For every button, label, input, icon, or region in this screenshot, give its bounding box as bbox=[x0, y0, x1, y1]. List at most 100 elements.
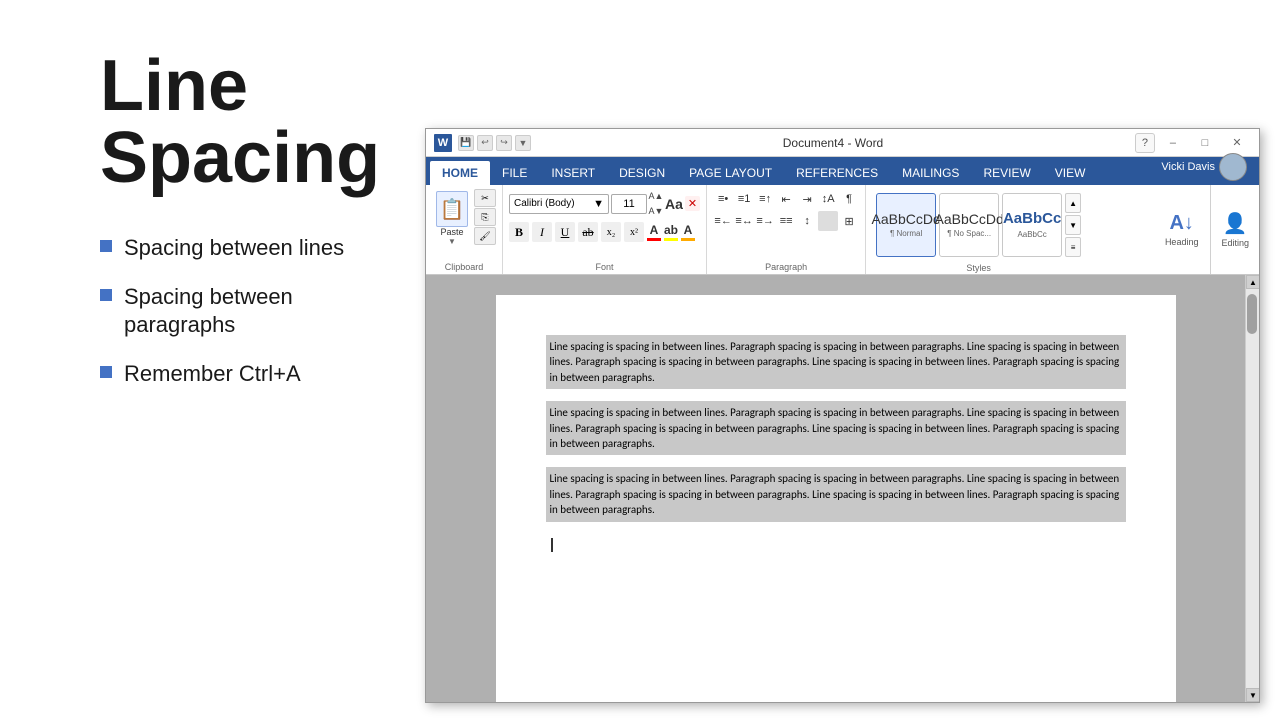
styles-scroll-down[interactable]: ▼ bbox=[1065, 215, 1081, 235]
text-cursor bbox=[551, 538, 553, 552]
align-center-button[interactable]: ≡↔ bbox=[734, 211, 754, 231]
bullets-button[interactable]: ≡• bbox=[713, 189, 733, 209]
cut-button[interactable]: ✂ bbox=[474, 189, 496, 207]
scroll-down-button[interactable]: ▼ bbox=[1246, 688, 1259, 702]
underline-button[interactable]: U bbox=[555, 222, 575, 242]
tab-design[interactable]: DESIGN bbox=[607, 161, 677, 185]
align-right-button[interactable]: ≡→ bbox=[755, 211, 775, 231]
slide-panel: Line Spacing Spacing between lines Spaci… bbox=[0, 0, 420, 720]
tab-review[interactable]: REVIEW bbox=[971, 161, 1042, 185]
font-group: Calibri (Body) ▼ 11 A▲ A▼ Aa ✕ B I bbox=[503, 185, 707, 274]
highlight-color-button[interactable]: ab bbox=[664, 223, 678, 241]
style-normal[interactable]: AaBbCcDd ¶ Normal bbox=[876, 193, 936, 257]
justify-button[interactable]: ≡≡ bbox=[776, 211, 796, 231]
tab-mailings[interactable]: MAILINGS bbox=[890, 161, 971, 185]
text-paragraph-2: Line spacing is spacing in between lines… bbox=[546, 401, 1126, 455]
font-size-selector[interactable]: 11 bbox=[611, 194, 647, 214]
vertical-scrollbar[interactable]: ▲ ▼ bbox=[1245, 275, 1259, 702]
text-paragraph-cursor bbox=[546, 534, 1126, 557]
heading-badge[interactable]: A↓ Heading bbox=[1153, 185, 1211, 274]
ribbon-right-area: A↓ Heading 👤 Editing bbox=[1153, 185, 1259, 274]
bullet-item-1: Spacing between lines bbox=[100, 234, 390, 263]
paste-icon: 📋 bbox=[436, 191, 468, 227]
superscript-button[interactable]: x² bbox=[624, 222, 644, 242]
scroll-up-button[interactable]: ▲ bbox=[1246, 275, 1259, 289]
paragraph-row-2: ≡← ≡↔ ≡→ ≡≡ ↕ ⊞ bbox=[713, 211, 859, 231]
styles-container: AaBbCcDd ¶ Normal AaBbCcDd ¶ No Spac... … bbox=[872, 189, 1085, 261]
title-bar-title: Document4 - Word bbox=[783, 136, 883, 150]
font-group-content: Calibri (Body) ▼ 11 A▲ A▼ Aa ✕ B I bbox=[509, 189, 700, 260]
font-size-decrease[interactable]: A▼ bbox=[649, 204, 663, 218]
scroll-thumb[interactable] bbox=[1247, 294, 1257, 334]
subscript-button[interactable]: x₂ bbox=[601, 222, 621, 242]
help-button[interactable]: ? bbox=[1135, 133, 1155, 153]
copy-button[interactable]: ⎘ bbox=[474, 208, 496, 226]
styles-scroll-up[interactable]: ▲ bbox=[1065, 193, 1081, 213]
style-heading1[interactable]: AaBbCc AaBbCc bbox=[1002, 193, 1062, 257]
font-size-increase[interactable]: A▲ bbox=[649, 189, 663, 203]
font-name-selector[interactable]: Calibri (Body) ▼ bbox=[509, 194, 609, 214]
bullet-list: Spacing between lines Spacing between pa… bbox=[100, 234, 390, 388]
strikethrough-button[interactable]: ab bbox=[578, 222, 598, 242]
text-highlight-button[interactable]: A bbox=[681, 223, 695, 241]
show-marks-button[interactable]: ¶ bbox=[839, 189, 859, 209]
clipboard-small-buttons: ✂ ⎘ 🖌 bbox=[474, 189, 496, 245]
sort-button[interactable]: ↕A bbox=[818, 189, 838, 209]
font-color-button[interactable]: A bbox=[647, 223, 661, 241]
word-window: W 💾 ↩ ↪ ▼ Document4 - Word ? – □ ✕ HOME … bbox=[425, 128, 1260, 703]
scroll-track[interactable] bbox=[1246, 289, 1259, 688]
paragraph-group: ≡• ≡1 ≡↑ ⇤ ⇥ ↕A ¶ ≡← ≡↔ ≡→ ≡≡ ↕ ⊞ bbox=[707, 185, 866, 274]
undo-quick-btn[interactable]: ↩ bbox=[477, 135, 493, 151]
shading-button[interactable] bbox=[818, 211, 838, 231]
styles-more[interactable]: ≡ bbox=[1065, 237, 1081, 257]
text-paragraph-3: Line spacing is spacing in between lines… bbox=[546, 467, 1126, 521]
tab-home[interactable]: HOME bbox=[430, 161, 490, 185]
multilevel-list-button[interactable]: ≡↑ bbox=[755, 189, 775, 209]
font-top-row: Calibri (Body) ▼ 11 A▲ A▼ Aa ✕ bbox=[509, 189, 700, 218]
paragraph-label: Paragraph bbox=[713, 260, 859, 272]
increase-indent-button[interactable]: ⇥ bbox=[797, 189, 817, 209]
font-label: Font bbox=[509, 260, 700, 272]
font-case-button[interactable]: Aa bbox=[665, 196, 683, 212]
clear-format-button[interactable]: ✕ bbox=[685, 196, 700, 211]
italic-button[interactable]: I bbox=[532, 222, 552, 242]
tab-view[interactable]: VIEW bbox=[1043, 161, 1098, 185]
numbering-button[interactable]: ≡1 bbox=[734, 189, 754, 209]
tab-file[interactable]: FILE bbox=[490, 161, 539, 185]
styles-group: AaBbCcDd ¶ Normal AaBbCcDd ¶ No Spac... … bbox=[866, 185, 1091, 274]
bold-button[interactable]: B bbox=[509, 222, 529, 242]
quick-access-toolbar: 💾 ↩ ↪ ▼ bbox=[458, 135, 531, 151]
tab-page-layout[interactable]: PAGE LAYOUT bbox=[677, 161, 784, 185]
bullet-item-2: Spacing between paragraphs bbox=[100, 283, 390, 340]
title-bar-left: W 💾 ↩ ↪ ▼ bbox=[434, 134, 531, 152]
redo-quick-btn[interactable]: ↪ bbox=[496, 135, 512, 151]
ribbon-tabs: HOME FILE INSERT DESIGN PAGE LAYOUT REFE… bbox=[426, 157, 1259, 185]
user-avatar bbox=[1219, 153, 1247, 181]
line-spacing-button[interactable]: ↕ bbox=[797, 211, 817, 231]
text-paragraph-1: Line spacing is spacing in between lines… bbox=[546, 335, 1126, 389]
format-painter-button[interactable]: 🖌 bbox=[474, 227, 496, 245]
font-format-row: B I U ab x₂ x² A ab A bbox=[509, 222, 695, 242]
slide-title: Line Spacing bbox=[100, 50, 390, 194]
clipboard-label: Clipboard bbox=[432, 260, 496, 272]
editing-badge[interactable]: 👤 Editing bbox=[1210, 185, 1259, 274]
ribbon-content: 📋 Paste ▼ ✂ ⎘ 🖌 Clipboard Calibri (Body) bbox=[426, 185, 1259, 275]
document-page[interactable]: Line spacing is spacing in between lines… bbox=[426, 275, 1245, 702]
page-paper: Line spacing is spacing in between lines… bbox=[496, 295, 1176, 702]
bullet-item-3: Remember Ctrl+A bbox=[100, 360, 390, 389]
bullet-square-1 bbox=[100, 240, 112, 252]
customize-quick-btn[interactable]: ▼ bbox=[515, 135, 531, 151]
paste-button[interactable]: 📋 Paste ▼ bbox=[432, 189, 472, 248]
save-quick-btn[interactable]: 💾 bbox=[458, 135, 474, 151]
heading-icon: A↓ bbox=[1169, 212, 1193, 235]
tab-references[interactable]: REFERENCES bbox=[784, 161, 890, 185]
word-icon: W bbox=[434, 134, 452, 152]
style-no-spacing[interactable]: AaBbCcDd ¶ No Spac... bbox=[939, 193, 999, 257]
align-left-button[interactable]: ≡← bbox=[713, 211, 733, 231]
editing-icon: 👤 bbox=[1223, 211, 1248, 236]
decrease-indent-button[interactable]: ⇤ bbox=[776, 189, 796, 209]
tab-insert[interactable]: INSERT bbox=[539, 161, 607, 185]
user-area: Vicki Davis bbox=[1153, 149, 1255, 185]
borders-button[interactable]: ⊞ bbox=[839, 211, 859, 231]
font-size-arrows: A▲ A▼ bbox=[649, 189, 663, 218]
